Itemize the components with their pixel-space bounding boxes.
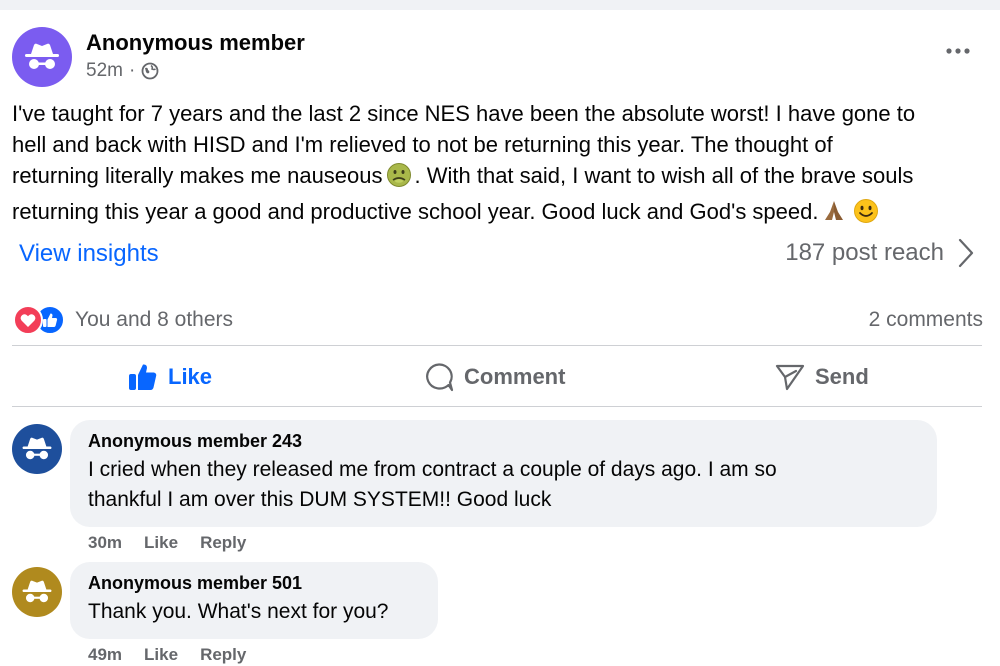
- comment-like-button[interactable]: Like: [144, 533, 178, 553]
- divider: [12, 406, 982, 407]
- post-body: I've taught for 7 years and the last 2 s…: [12, 98, 987, 232]
- facebook-group-post: Anonymous member 52m · I've taught for 7…: [0, 0, 1000, 666]
- post-meta: 52m ·: [86, 60, 159, 82]
- post-reach-link[interactable]: 187 post reach: [785, 238, 974, 268]
- post-text-line: I've taught for 7 years and the last 2 s…: [12, 101, 916, 126]
- post-author-name[interactable]: Anonymous member: [86, 30, 305, 56]
- send-paper-plane-icon: [775, 364, 805, 391]
- comment-author[interactable]: Anonymous member 243: [88, 431, 919, 452]
- post-reach-label: 187 post reach: [785, 239, 944, 266]
- comment-actions: 49m Like Reply: [88, 645, 246, 665]
- post-author-avatar[interactable]: [12, 27, 72, 87]
- comment-like-button[interactable]: Like: [144, 645, 178, 665]
- commenter-avatar[interactable]: [12, 424, 62, 474]
- top-background-band: [0, 0, 1000, 10]
- comment-actions: 30m Like Reply: [88, 533, 246, 553]
- comments-count-link[interactable]: 2 comments: [869, 308, 983, 332]
- folded-hands-emoji-icon: [821, 198, 847, 232]
- send-button[interactable]: Send: [775, 360, 869, 394]
- chevron-right-icon: [958, 238, 974, 268]
- anonymous-incognito-icon: [25, 43, 59, 69]
- comment-timestamp[interactable]: 30m: [88, 533, 122, 553]
- post-timestamp[interactable]: 52m: [86, 60, 123, 82]
- more-horizontal-icon: [946, 48, 970, 54]
- post-text-line: returning literally makes me nauseous. W…: [12, 160, 987, 196]
- post-text-line: returning this year a good and productiv…: [12, 196, 987, 232]
- divider: [12, 345, 982, 346]
- comment-bubble-icon: [426, 363, 454, 392]
- reactions-label: You and 8 others: [75, 308, 234, 331]
- comment-text: Thank you. What's next for you?: [88, 600, 389, 623]
- comment-bubble: Anonymous member 243 I cried when they r…: [70, 420, 937, 527]
- comment-button-label: Comment: [464, 364, 566, 389]
- post-text-line: hell and back with HISD and I'm relieved…: [12, 132, 833, 157]
- reactions-summary[interactable]: You and 8 others: [13, 305, 233, 335]
- like-button[interactable]: Like: [128, 360, 212, 394]
- view-insights-link[interactable]: View insights: [19, 240, 159, 268]
- anonymous-incognito-icon: [22, 437, 52, 460]
- love-reaction-icon: [13, 305, 43, 335]
- thumbs-up-icon: [129, 364, 157, 390]
- comment-bubble: Anonymous member 501 Thank you. What's n…: [70, 562, 438, 639]
- like-button-label: Like: [168, 364, 213, 389]
- send-button-label: Send: [815, 364, 869, 389]
- post-card: [0, 10, 1000, 30]
- comment-author[interactable]: Anonymous member 501: [88, 573, 420, 594]
- nauseated-face-emoji-icon: [386, 162, 412, 196]
- smiling-face-emoji-icon: [853, 198, 879, 232]
- globe-icon: [141, 62, 159, 80]
- meta-separator: ·: [128, 60, 136, 81]
- comment-timestamp[interactable]: 49m: [88, 645, 122, 665]
- more-options-button[interactable]: [938, 36, 978, 66]
- comment-reply-button[interactable]: Reply: [200, 533, 246, 553]
- comment-button[interactable]: Comment: [424, 360, 565, 394]
- anonymous-incognito-icon: [22, 580, 52, 603]
- comment-reply-button[interactable]: Reply: [200, 645, 246, 665]
- comment-text: I cried when they released me from contr…: [88, 458, 777, 511]
- commenter-avatar[interactable]: [12, 567, 62, 617]
